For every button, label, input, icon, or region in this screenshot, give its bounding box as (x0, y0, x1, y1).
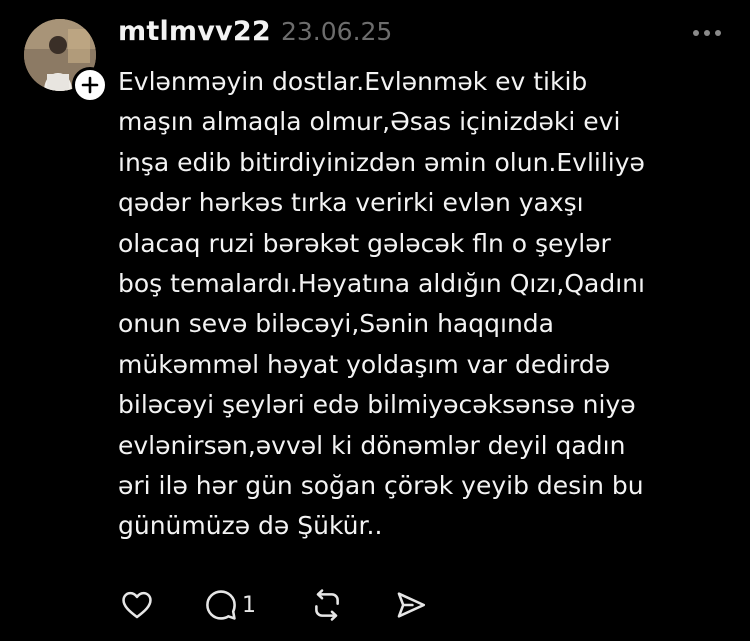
heart-icon (122, 591, 152, 619)
post-text-line: qədər hərkəs tırka verirki evlən yaxşı (118, 188, 584, 218)
post-text-line: əri ilə hər gün soğan çörək yeyib desin … (118, 471, 644, 501)
like-button[interactable] (120, 588, 154, 622)
post-date: 23.06.25 (281, 17, 393, 46)
post-text-line: onun sevə biləcəyi,Sənin haqqında (118, 309, 554, 339)
avatar-container[interactable] (24, 19, 108, 103)
repost-icon (315, 589, 339, 621)
post-text: Evlənməyin dostlar.Evlənmək ev tikib maş… (118, 62, 723, 547)
post-text-line: maşın almaqla olmur,Əsas içinizdəki evi (118, 107, 621, 137)
send-icon (397, 592, 426, 618)
reply-count: 1 (242, 592, 256, 618)
post-text-line: biləcəyi şeyləri edə bilmiyəcəksənsə niy… (118, 390, 636, 420)
share-button[interactable] (394, 588, 428, 622)
more-dots-icon[interactable] (693, 30, 721, 36)
post-text-line: Evlənməyin dostlar.Evlənmək ev tikib (118, 67, 588, 96)
post-text-line: inşa edib bitirdiyinizdən əmin olun.Evli… (118, 147, 645, 177)
repost-button[interactable] (310, 588, 344, 622)
post-text-line: günümüzə də Şükür.. (118, 511, 383, 541)
comment-icon (206, 590, 236, 620)
reply-button[interactable]: 1 (204, 588, 256, 622)
post-text-line: olacaq ruzi bərəkət gələcək fln o şeylər (118, 228, 611, 258)
follow-button[interactable] (72, 67, 108, 103)
post-text-line: boş temalardı.Həyatına aldığın Qızı,Qadı… (118, 269, 645, 299)
plus-icon (81, 76, 99, 94)
username[interactable]: mtlmvv22 (118, 16, 271, 47)
post-text-line: mükəmməl həyat yoldaşım var dedirdə (118, 349, 611, 379)
post-text-line: evlənirsən,əvvəl ki dönəmlər deyil qadın (118, 430, 626, 460)
